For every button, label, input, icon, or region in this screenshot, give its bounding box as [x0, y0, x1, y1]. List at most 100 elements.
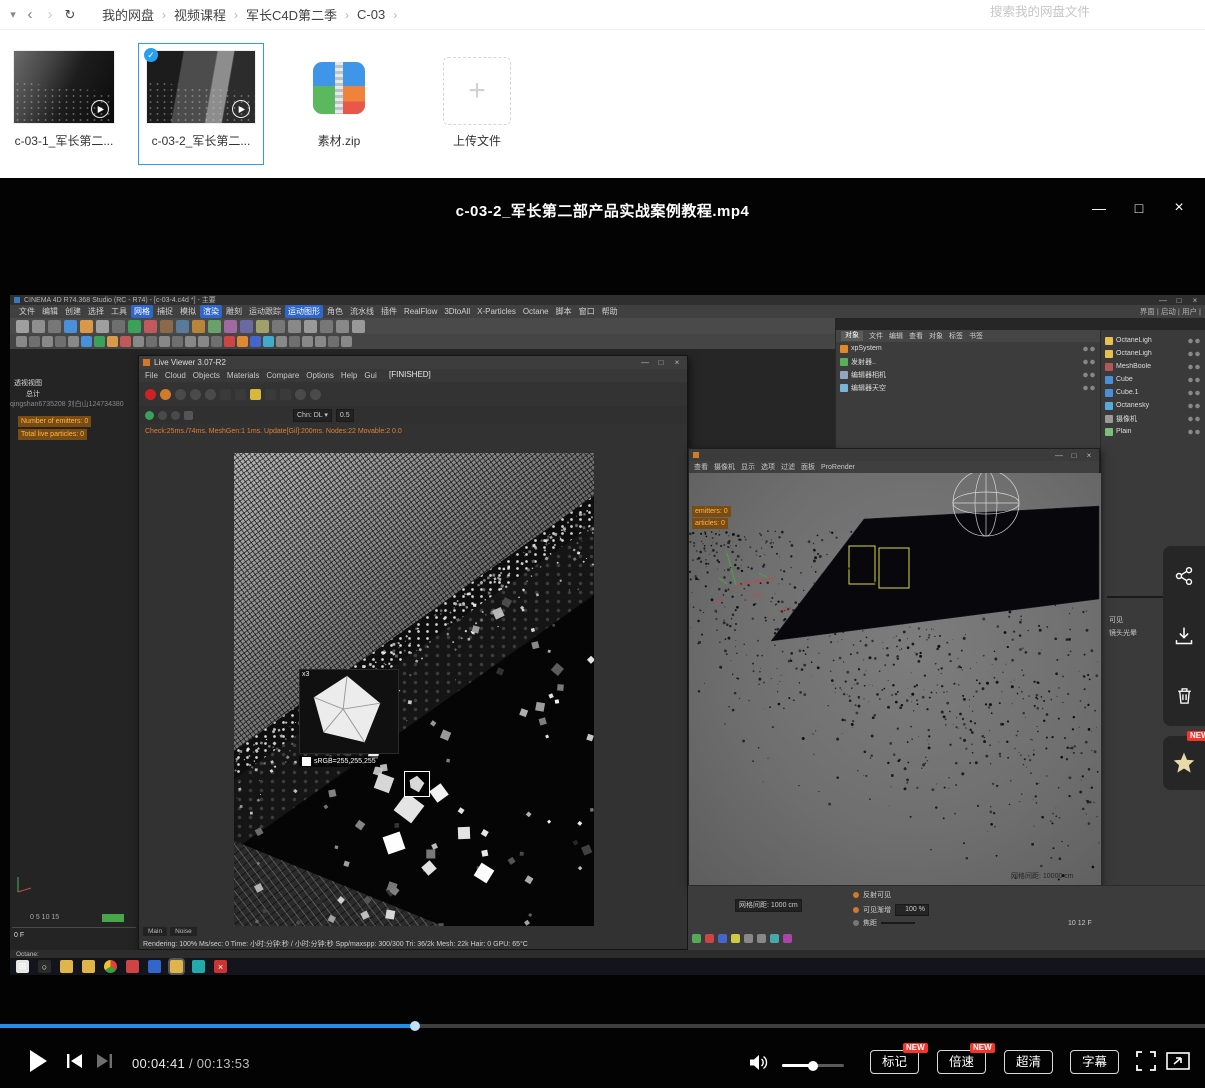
breadcrumb-item[interactable]: 我的网盘 — [102, 5, 154, 24]
play-button[interactable] — [28, 1049, 48, 1073]
toolbar-icon[interactable] — [42, 336, 53, 347]
toolbar-icon[interactable] — [235, 389, 246, 400]
toolbar-icon[interactable] — [240, 320, 253, 333]
viewport-menu-item[interactable]: 摄像机 — [714, 462, 735, 472]
toolbar-icon[interactable] — [81, 336, 92, 347]
disabled-dot-icon[interactable] — [853, 920, 859, 926]
toolbar-icon[interactable] — [120, 336, 131, 347]
object-tree-item[interactable]: OctaneLigh — [1101, 334, 1205, 347]
object-state-dots[interactable] — [1187, 390, 1201, 396]
breadcrumb-item[interactable]: 视频课程 — [174, 5, 226, 24]
lv-menu-item[interactable]: Compare — [266, 371, 299, 380]
toolbar-icon[interactable] — [192, 960, 205, 973]
object-menu-item[interactable]: 查看 — [909, 331, 923, 341]
toolbar-icon[interactable] — [104, 960, 117, 973]
object-tree-item[interactable]: 编辑器天空 — [836, 381, 1100, 394]
progress-thumb[interactable] — [410, 1021, 420, 1031]
upload-button[interactable]: + — [443, 57, 511, 125]
lv-menu-item[interactable]: Gui — [364, 371, 376, 380]
c4d-menu-item[interactable]: 插件 — [378, 305, 400, 318]
toolbar-icon[interactable] — [224, 336, 235, 347]
breadcrumb-item[interactable]: C-03 — [357, 7, 385, 22]
toolbar-icon[interactable] — [288, 320, 301, 333]
toolbar-icon[interactable] — [160, 389, 171, 400]
toolbar-icon[interactable] — [276, 336, 287, 347]
next-button[interactable] — [96, 1053, 113, 1069]
attribute-value-field[interactable]: 100 % — [895, 904, 929, 916]
toolbar-icon[interactable] — [192, 320, 205, 333]
maximize-button[interactable]: □ — [1125, 196, 1153, 220]
volume-slider[interactable] — [782, 1064, 844, 1067]
file-item-video2-selected[interactable]: ✓ c-03-2_军长第二... — [138, 43, 264, 165]
minimize-button[interactable]: — — [1085, 196, 1113, 220]
lv-menu-item[interactable]: Objects — [193, 371, 220, 380]
object-state-dots[interactable] — [1187, 429, 1201, 435]
progress-bar[interactable] — [0, 1024, 1205, 1028]
object-tree-item[interactable]: OctaneLigh — [1101, 347, 1205, 360]
object-state-dots[interactable] — [1187, 351, 1201, 357]
tab-noise[interactable]: Noise — [170, 927, 197, 936]
toolbar-icon[interactable] — [705, 934, 714, 943]
c4d-menu-item[interactable]: 渲染 — [200, 305, 222, 318]
toolbar-icon[interactable] — [16, 320, 29, 333]
share-icon[interactable] — [1174, 566, 1194, 586]
toolbar-icon[interactable] — [172, 336, 183, 347]
toolbar-icon[interactable] — [185, 336, 196, 347]
toolbar-icon[interactable] — [265, 389, 276, 400]
toolbar-icon[interactable] — [718, 934, 727, 943]
toolbar-icon[interactable] — [48, 320, 61, 333]
refresh-icon[interactable]: ↻ — [60, 7, 80, 23]
forward-icon[interactable]: › — [40, 6, 60, 23]
toolbar-icon[interactable] — [237, 336, 248, 347]
toolbar-icon[interactable] — [171, 411, 180, 420]
c4d-menu-item[interactable]: 窗口 — [576, 305, 598, 318]
toolbar-icon[interactable] — [190, 389, 201, 400]
grid-spacing-field[interactable]: 网格间距: 1000 cm — [735, 899, 802, 912]
viewport-canvas[interactable]: emitters: 0 articles: 0 网格间距: 10000 cm — [689, 473, 1101, 886]
toolbar-icon[interactable] — [205, 389, 216, 400]
mark-button[interactable]: 标记 — [870, 1050, 919, 1074]
toolbar-icon[interactable] — [159, 336, 170, 347]
toolbar-icon[interactable] — [336, 320, 349, 333]
dropdown-caret-icon[interactable]: ▾ — [6, 8, 20, 21]
toolbar-icon[interactable] — [310, 389, 321, 400]
speed-button[interactable]: 倍速 — [937, 1050, 986, 1074]
toolbar-icon[interactable] — [198, 336, 209, 347]
c4d-menu-item[interactable]: 脚本 — [553, 305, 575, 318]
viewport-menu-item[interactable]: 过滤 — [781, 462, 795, 472]
volume-thumb[interactable] — [808, 1061, 818, 1071]
toolbar-icon[interactable] — [160, 320, 173, 333]
toolbar-icon[interactable] — [112, 320, 125, 333]
c4d-menu-item[interactable]: 文件 — [16, 305, 38, 318]
c4d-menu-item[interactable]: 雕刻 — [223, 305, 245, 318]
toolbar-icon[interactable] — [176, 320, 189, 333]
toolbar-icon[interactable] — [126, 960, 139, 973]
channel-value-field[interactable]: 0.5 — [336, 409, 354, 422]
viewport-menu-item[interactable]: ProRender — [821, 464, 855, 471]
object-state-dots[interactable] — [1082, 385, 1096, 391]
toolbar-icon[interactable] — [263, 336, 274, 347]
toolbar-icon[interactable] — [184, 411, 193, 420]
enabled-dot-icon[interactable] — [853, 907, 859, 913]
object-state-dots[interactable] — [1187, 364, 1201, 370]
c4d-menu-item[interactable]: RealFlow — [401, 306, 440, 317]
object-state-dots[interactable] — [1187, 403, 1201, 409]
lv-menu-item[interactable]: Cloud — [165, 371, 186, 380]
toolbar-icon[interactable] — [158, 411, 167, 420]
toolbar-icon[interactable] — [744, 934, 753, 943]
c4d-menu-item[interactable]: 角色 — [324, 305, 346, 318]
quality-button[interactable]: 超清 — [1004, 1050, 1053, 1074]
lv-menu-item[interactable]: Options — [306, 371, 334, 380]
lv-menu-item[interactable]: Help — [341, 371, 357, 380]
toolbar-icon[interactable] — [144, 320, 157, 333]
toolbar-icon[interactable]: ○ — [38, 960, 51, 973]
toolbar-icon[interactable] — [32, 320, 45, 333]
viewport-menu-item[interactable]: 面板 — [801, 462, 815, 472]
toolbar-icon[interactable] — [692, 934, 701, 943]
toolbar-icon[interactable] — [16, 336, 27, 347]
toolbar-icon[interactable] — [133, 336, 144, 347]
object-state-dots[interactable] — [1187, 416, 1201, 422]
object-menu-item[interactable]: 编辑 — [889, 331, 903, 341]
object-state-dots[interactable] — [1187, 377, 1201, 383]
toolbar-icon[interactable] — [302, 336, 313, 347]
